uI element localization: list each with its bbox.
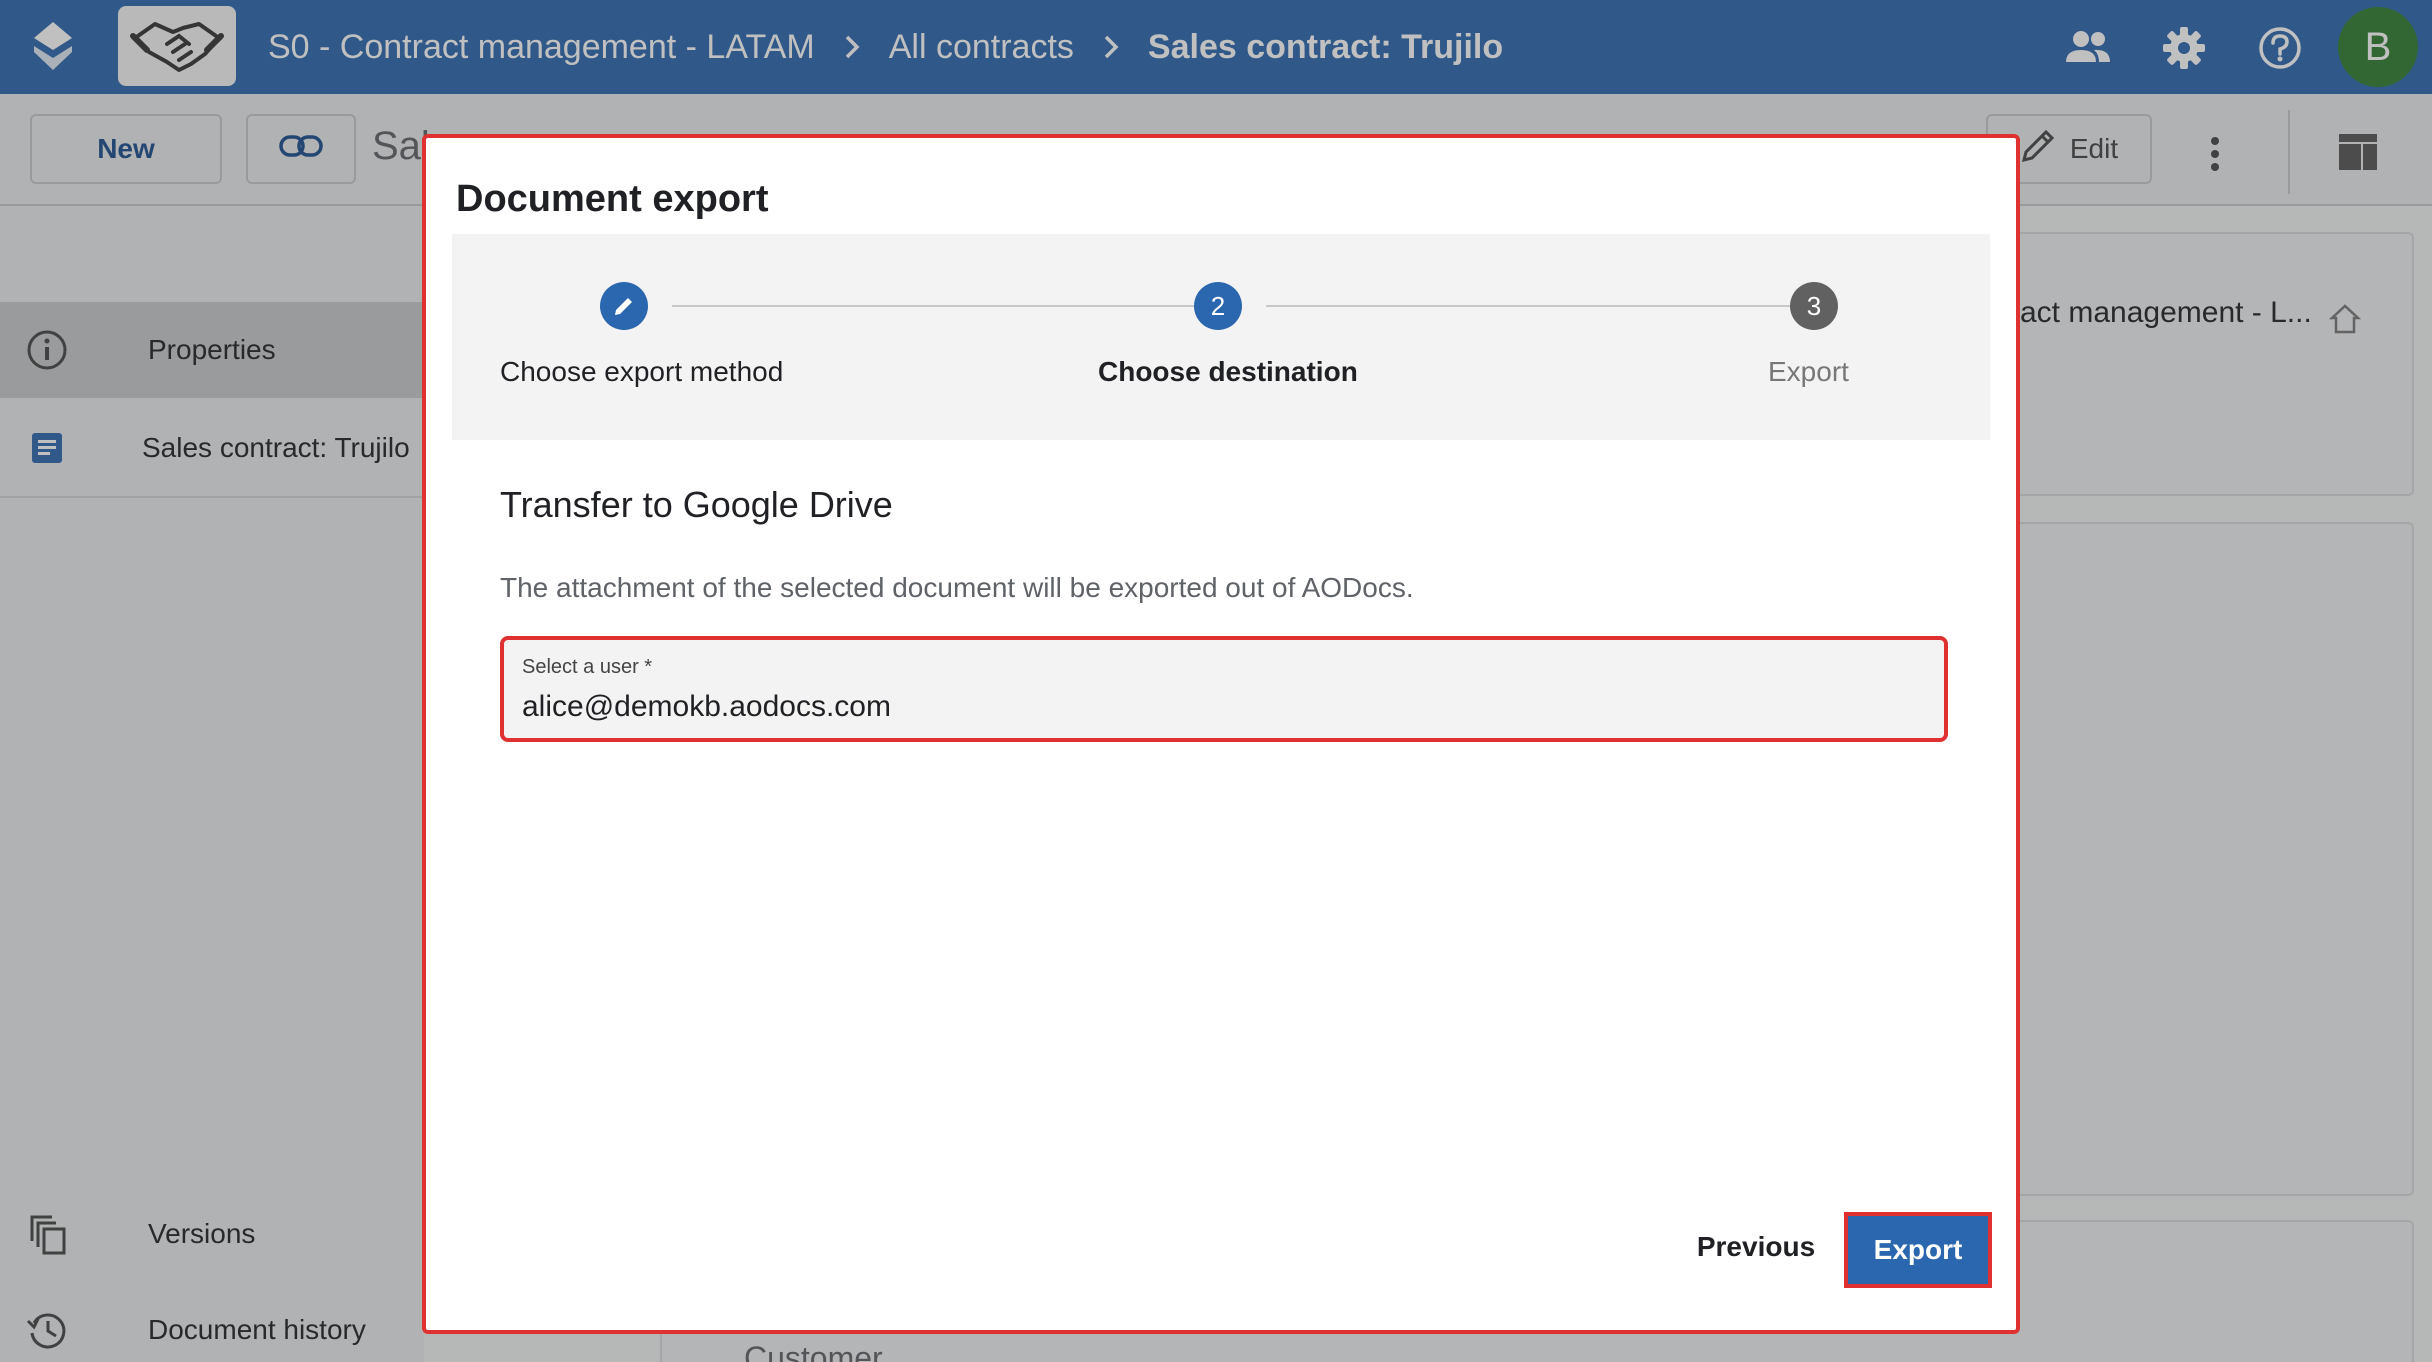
destination-description: The attachment of the selected document … (500, 572, 1414, 603)
step-3-label: Export (1768, 356, 1849, 387)
select-user-label: Select a user * (522, 656, 653, 678)
step-connector (672, 305, 1196, 307)
previous-button[interactable]: Previous (1676, 1212, 1836, 1282)
step-1-edit-icon[interactable] (600, 282, 648, 330)
step-2-indicator: 2 (1194, 282, 1242, 330)
destination-heading: Transfer to Google Drive (500, 484, 893, 525)
step-3-indicator: 3 (1790, 282, 1838, 330)
select-user-field[interactable]: Select a user * (500, 636, 1948, 742)
export-button[interactable]: Export (1844, 1212, 1992, 1288)
dialog-title: Document export (456, 178, 769, 220)
document-export-dialog: Document export Choose export method 2 C… (422, 134, 2020, 1334)
step-2-label: Choose destination (1098, 356, 1358, 387)
export-stepper: Choose export method 2 Choose destinatio… (452, 234, 1990, 440)
select-user-input[interactable] (522, 690, 1902, 724)
step-connector (1266, 305, 1790, 307)
step-1-label: Choose export method (500, 356, 784, 387)
